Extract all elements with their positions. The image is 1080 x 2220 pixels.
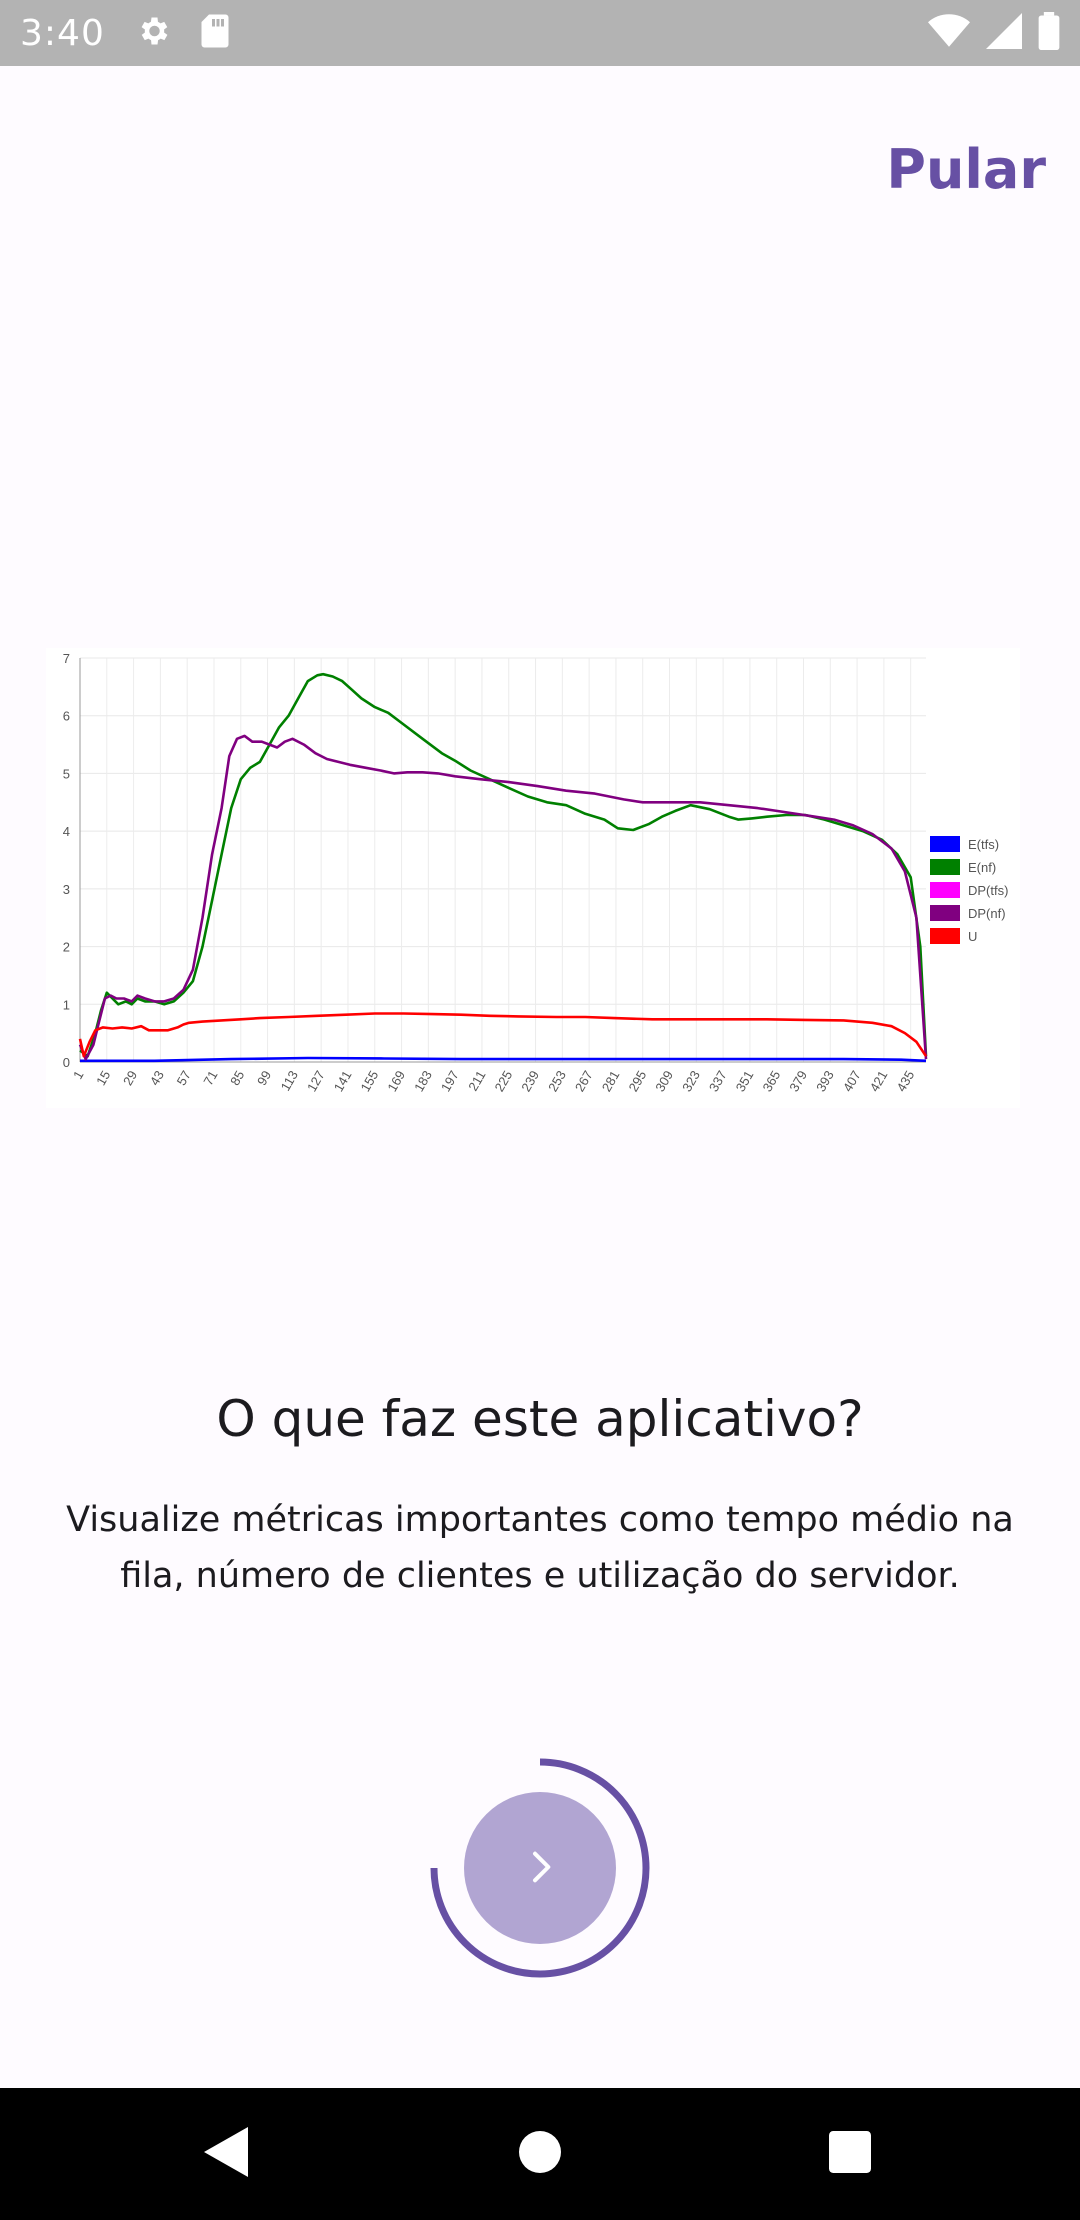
y-tick-label: 5 bbox=[63, 766, 70, 781]
wifi-icon bbox=[928, 13, 970, 53]
legend-label: DP(nf) bbox=[968, 906, 1006, 921]
status-right-icons bbox=[928, 0, 1060, 66]
skip-button[interactable]: Pular bbox=[886, 138, 1046, 201]
legend-label: E(nf) bbox=[968, 860, 996, 875]
x-tick-label: 127 bbox=[304, 1068, 328, 1094]
legend-swatch bbox=[930, 905, 960, 921]
page-description: Visualize métricas importantes como temp… bbox=[66, 1500, 1014, 1596]
legend-label: U bbox=[968, 929, 977, 944]
legend-swatch bbox=[930, 859, 960, 875]
home-button[interactable] bbox=[480, 2088, 600, 2220]
line-chart: 012345671 15 29 43 57 71 85 99 113 127 141 155 169 18… bbox=[63, 651, 1009, 1094]
next-button[interactable] bbox=[464, 1792, 616, 1944]
y-tick-label: 0 bbox=[63, 1055, 70, 1070]
x-tick-label: 71 bbox=[200, 1068, 220, 1088]
recents-icon bbox=[829, 2131, 871, 2177]
x-tick-label: 169 bbox=[384, 1068, 408, 1094]
x-tick-label: 99 bbox=[254, 1068, 274, 1088]
x-tick-label: 85 bbox=[227, 1068, 247, 1088]
x-tick-label: 407 bbox=[840, 1068, 864, 1094]
navigation-bar bbox=[0, 2088, 1080, 2220]
legend-label: E(tfs) bbox=[968, 837, 999, 852]
series-line-u bbox=[78, 1012, 928, 1058]
x-tick-label: 379 bbox=[786, 1068, 810, 1094]
battery-icon bbox=[1038, 12, 1060, 54]
next-button-container bbox=[426, 1754, 654, 1982]
x-tick-label: 435 bbox=[893, 1068, 917, 1094]
x-tick-label: 421 bbox=[867, 1068, 891, 1094]
x-tick-label: 57 bbox=[174, 1068, 194, 1088]
legend-swatch bbox=[930, 928, 960, 944]
x-tick-label: 267 bbox=[572, 1068, 596, 1094]
x-tick-label: 15 bbox=[93, 1068, 113, 1088]
signal-icon bbox=[986, 13, 1022, 53]
x-tick-label: 281 bbox=[599, 1068, 623, 1094]
back-icon bbox=[204, 2127, 248, 2181]
x-tick-label: 309 bbox=[652, 1068, 676, 1094]
y-tick-label: 2 bbox=[63, 940, 70, 955]
x-tick-label: 197 bbox=[438, 1068, 462, 1094]
y-tick-label: 3 bbox=[63, 882, 70, 897]
status-bar: 3:40 bbox=[0, 0, 1080, 66]
back-button[interactable] bbox=[166, 2088, 286, 2220]
y-tick-label: 6 bbox=[63, 709, 70, 724]
x-tick-label: 1 bbox=[70, 1068, 87, 1082]
legend-label: DP(tfs) bbox=[968, 883, 1008, 898]
x-tick-label: 43 bbox=[147, 1068, 167, 1088]
status-left-icons bbox=[135, 13, 231, 53]
home-icon bbox=[519, 2131, 561, 2177]
page-title: O que faz este aplicativo? bbox=[216, 1390, 864, 1448]
recents-button[interactable] bbox=[790, 2088, 910, 2220]
x-tick-label: 365 bbox=[759, 1068, 783, 1094]
y-tick-label: 1 bbox=[63, 997, 70, 1012]
chevron-right-icon bbox=[520, 1847, 560, 1890]
y-tick-label: 4 bbox=[63, 824, 70, 839]
x-tick-label: 337 bbox=[706, 1068, 730, 1094]
series-line-e-tfs bbox=[80, 1056, 927, 1063]
x-tick-label: 351 bbox=[733, 1068, 757, 1094]
sd-card-icon bbox=[199, 13, 231, 53]
x-tick-label: 155 bbox=[358, 1068, 382, 1094]
legend-swatch bbox=[930, 882, 960, 898]
y-tick-label: 7 bbox=[63, 651, 70, 666]
x-tick-label: 225 bbox=[491, 1068, 515, 1094]
x-tick-label: 295 bbox=[625, 1068, 649, 1094]
x-tick-label: 253 bbox=[545, 1068, 569, 1094]
chart-illustration: 0 1 2 3 4 5 6 7 1 15 29 43 57 71 85 99 113 127 141 155 169 18… bbox=[46, 648, 1020, 1108]
x-tick-label: 183 bbox=[411, 1068, 435, 1094]
status-time: 3:40 bbox=[20, 12, 105, 54]
x-tick-label: 141 bbox=[331, 1068, 355, 1094]
x-tick-label: 29 bbox=[120, 1068, 140, 1088]
x-tick-label: 393 bbox=[813, 1068, 837, 1094]
x-tick-label: 323 bbox=[679, 1068, 703, 1094]
settings-icon bbox=[135, 13, 171, 53]
x-tick-label: 113 bbox=[278, 1068, 301, 1093]
series-line-e-nf bbox=[79, 672, 928, 1058]
legend-swatch bbox=[930, 836, 960, 852]
x-tick-label: 211 bbox=[465, 1068, 488, 1093]
x-tick-label: 239 bbox=[518, 1068, 542, 1094]
